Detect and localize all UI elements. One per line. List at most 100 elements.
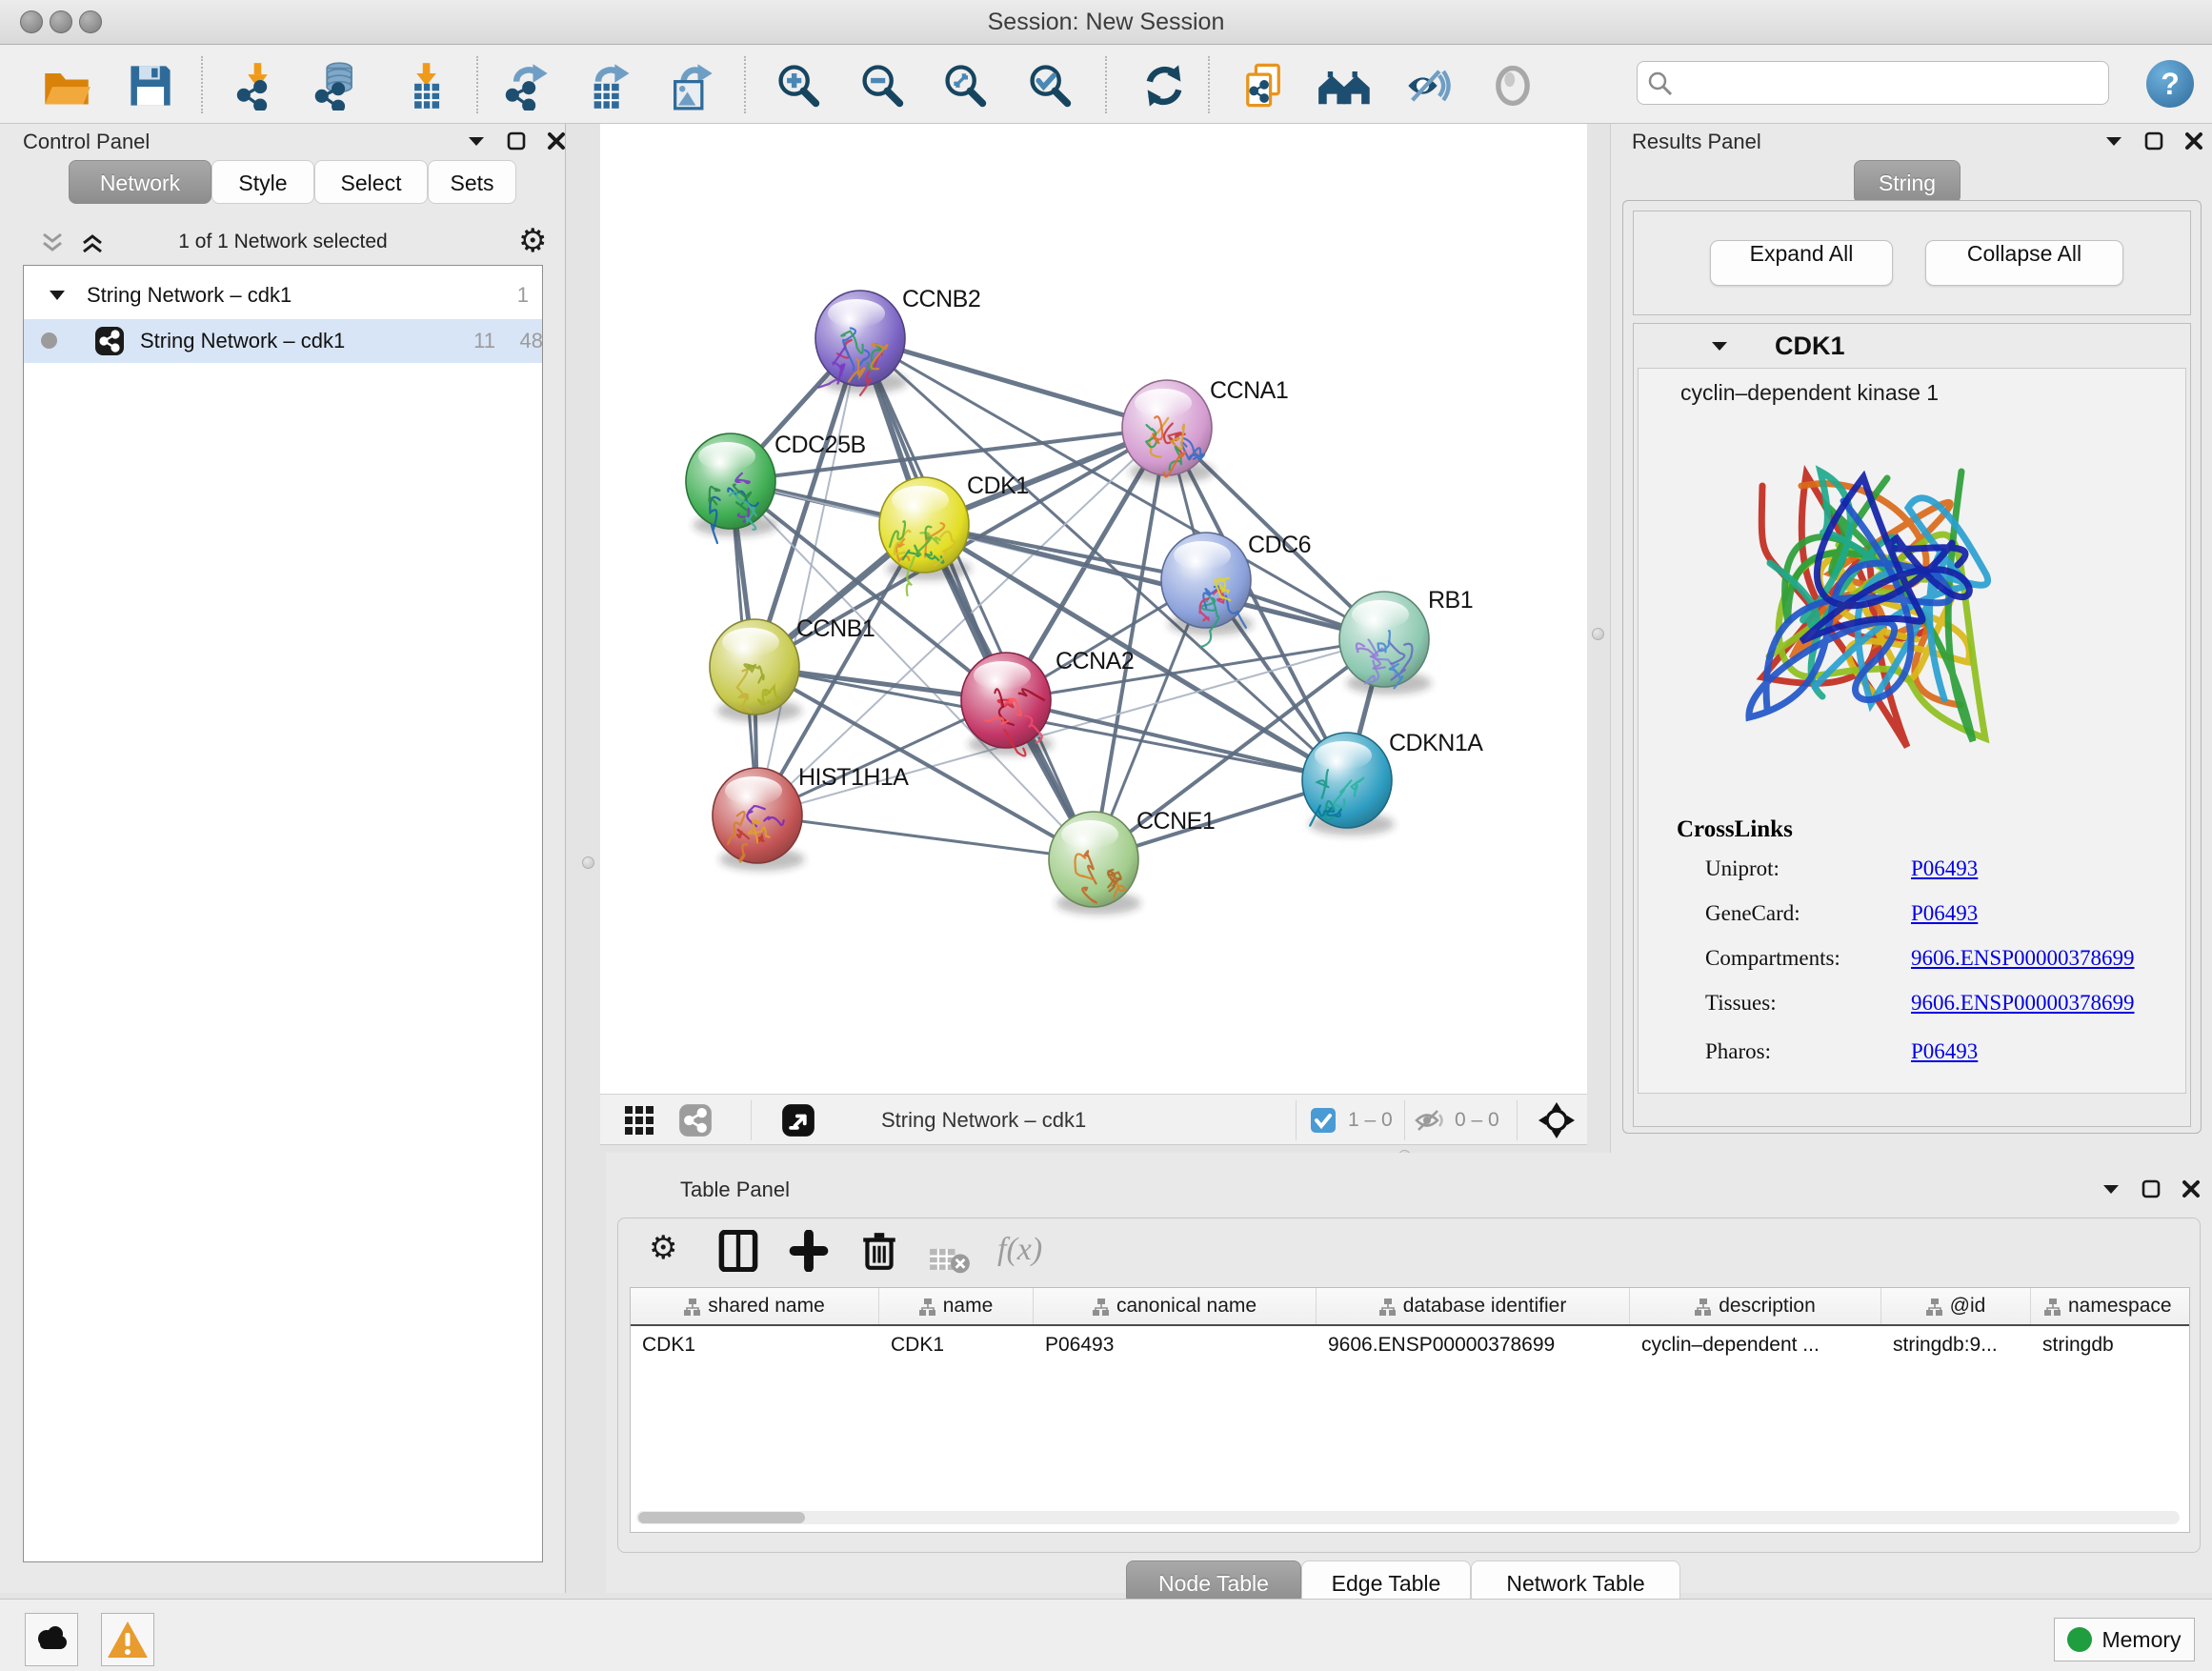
scrollbar-thumb[interactable] [638, 1512, 805, 1523]
network-collection-row[interactable]: String Network – cdk1 1 [24, 273, 542, 317]
left-splitter-handle[interactable] [582, 856, 594, 869]
network-tree: String Network – cdk1 1 String Network –… [23, 265, 543, 1562]
delete-column-trash-icon[interactable] [858, 1230, 900, 1272]
node-label-ccne1: CCNE1 [1136, 808, 1215, 835]
tree-expander-icon[interactable] [49, 289, 66, 301]
selected-checkbox-icon[interactable] [1310, 1107, 1337, 1134]
export-table-button[interactable] [586, 61, 635, 111]
table-cell[interactable]: cyclin–dependent ... [1641, 1334, 1878, 1357]
main-toolbar: ? [0, 45, 2212, 124]
tab-network[interactable]: Network [69, 160, 211, 204]
table-cell[interactable]: CDK1 [642, 1334, 875, 1357]
crosslink-link[interactable]: P06493 [1911, 856, 1978, 881]
table-cell[interactable]: P06493 [1045, 1334, 1313, 1357]
crosslink-link[interactable]: 9606.ENSP00000378699 [1911, 991, 2135, 1016]
zoom-fit-button[interactable] [940, 61, 990, 111]
toolbar-separator [744, 56, 746, 113]
create-column-icon[interactable] [788, 1230, 830, 1272]
save-session-button[interactable] [126, 61, 175, 111]
network-canvas[interactable]: CCNB2CCNA1CDC25BCDK1CDC6RB1CCNB1CCNA2CDK… [600, 124, 1587, 1094]
node-label-rb1: RB1 [1428, 587, 1473, 614]
maximize-panel-icon[interactable] [2144, 131, 2163, 151]
column-header-2[interactable]: canonical name [1034, 1288, 1317, 1324]
import-table-icon [401, 61, 451, 111]
node-label-ccnb1: CCNB1 [796, 615, 875, 642]
search-input[interactable] [1679, 66, 2099, 100]
function-builder-button-disabled[interactable]: f(x) [997, 1232, 1083, 1274]
protein-section: CDK1 cyclin–dependent kinase 1 CrossLink… [1633, 323, 2191, 1127]
export-image-button[interactable] [667, 61, 716, 111]
import-table-button[interactable] [401, 61, 451, 111]
fit-content-crosshair-icon[interactable] [1538, 1102, 1575, 1138]
table-options-gear-icon[interactable]: ⚙ [649, 1232, 691, 1274]
show-columns-icon[interactable] [717, 1230, 759, 1272]
network-options-gear-icon[interactable]: ⚙ [518, 225, 547, 257]
column-header-6[interactable]: namespace [2031, 1288, 2190, 1324]
refresh-layout-button[interactable] [1139, 61, 1189, 111]
crosslink-link[interactable]: P06493 [1911, 1039, 1978, 1064]
protein-section-header[interactable]: CDK1 [1634, 324, 2190, 368]
expand-all-button[interactable]: Expand All [1710, 240, 1893, 286]
column-header-3[interactable]: database identifier [1317, 1288, 1630, 1324]
float-panel-icon[interactable] [2101, 1182, 2121, 1196]
column-header-5[interactable]: @id [1881, 1288, 2031, 1324]
eye-waves-icon [1404, 61, 1454, 111]
zoom-out-button[interactable] [857, 61, 907, 111]
close-panel-icon[interactable] [2184, 131, 2203, 151]
memory-button[interactable]: Memory [2054, 1618, 2195, 1661]
open-session-button[interactable] [42, 61, 91, 111]
export-network-button[interactable] [502, 61, 552, 111]
zoom-in-button[interactable] [774, 61, 823, 111]
float-panel-icon[interactable] [467, 134, 486, 148]
crosslink-label: Uniprot: [1705, 856, 1780, 881]
column-header-0[interactable]: shared name [631, 1288, 879, 1324]
right-splitter-handle[interactable] [1592, 628, 1604, 640]
float-panel-icon[interactable] [2104, 134, 2123, 148]
delete-table-icon-disabled[interactable] [929, 1239, 971, 1281]
node-table-box: ⚙ f(x) shared namenamecanonical namedata… [617, 1218, 2201, 1553]
crosslink-label: GeneCard: [1705, 901, 1800, 926]
table-cell[interactable]: stringdb:9... [1893, 1334, 2027, 1357]
show-glass-ball-button[interactable] [1404, 61, 1454, 111]
crosslink-link[interactable]: P06493 [1911, 901, 1978, 926]
table-cell[interactable]: 9606.ENSP00000378699 [1328, 1334, 1626, 1357]
column-header-4[interactable]: description [1630, 1288, 1881, 1324]
node-label-ccnb2: CCNB2 [902, 286, 980, 312]
warning-status-button[interactable] [101, 1613, 154, 1666]
table-cell[interactable]: stringdb [2042, 1334, 2190, 1357]
hidden-eye-icon[interactable] [1415, 1107, 1445, 1134]
close-panel-icon[interactable] [547, 131, 566, 151]
import-database-button[interactable] [312, 61, 362, 111]
zoom-selected-button[interactable] [1025, 61, 1075, 111]
collapse-all-button[interactable]: Collapse All [1925, 240, 2123, 286]
network-graph[interactable]: CCNB2CCNA1CDC25BCDK1CDC6RB1CCNB1CCNA2CDK… [600, 124, 1587, 1094]
network-row-selected[interactable]: String Network – cdk1 11 48 [24, 319, 542, 363]
toolbar-separator [201, 56, 203, 113]
toolbar-divider [1296, 1100, 1297, 1140]
import-network-button[interactable] [233, 61, 283, 111]
crosslink-label: Compartments: [1705, 946, 1840, 971]
column-header-1[interactable]: name [879, 1288, 1034, 1324]
section-expander-icon[interactable] [1710, 339, 1729, 352]
crosslink-link[interactable]: 9606.ENSP00000378699 [1911, 946, 2135, 971]
table-cell[interactable]: CDK1 [891, 1334, 1030, 1357]
clone-network-button[interactable] [1238, 61, 1288, 111]
export-table-icon [586, 61, 635, 111]
birdseye-view-icon[interactable] [781, 1103, 815, 1137]
close-panel-icon[interactable] [2182, 1179, 2201, 1198]
cloud-status-button[interactable] [25, 1613, 78, 1666]
horizontal-scrollbar[interactable] [636, 1511, 2180, 1524]
help-button[interactable]: ? [2146, 60, 2194, 108]
toolbar-divider [1404, 1100, 1405, 1140]
hide-labels-button[interactable] [1488, 61, 1538, 111]
tab-sets[interactable]: Sets [428, 160, 516, 204]
column-type-icon [2044, 1298, 2061, 1316]
string-home-button[interactable] [1317, 61, 1366, 111]
grid-view-icon[interactable] [624, 1105, 654, 1136]
tab-style[interactable]: Style [211, 160, 314, 204]
share-view-icon[interactable] [678, 1103, 713, 1137]
maximize-panel-icon[interactable] [2142, 1179, 2161, 1198]
maximize-panel-icon[interactable] [507, 131, 526, 151]
tab-select[interactable]: Select [314, 160, 428, 204]
tab-string-results[interactable]: String [1854, 160, 1961, 204]
